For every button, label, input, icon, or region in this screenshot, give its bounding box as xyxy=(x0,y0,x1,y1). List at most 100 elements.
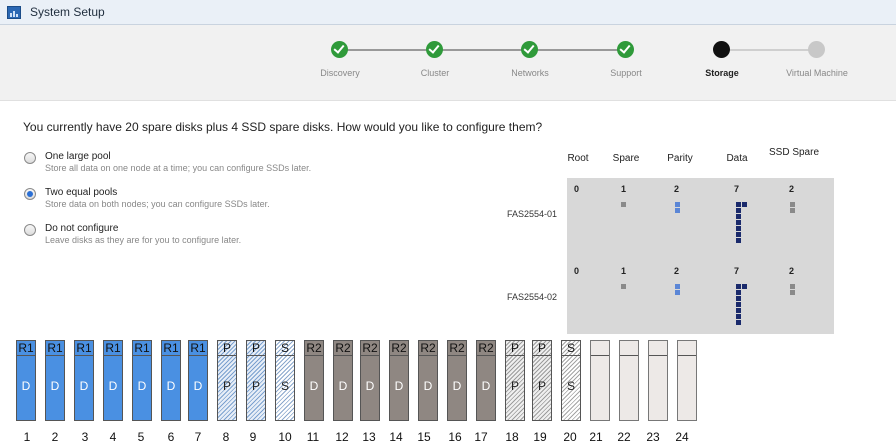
disk-slot: PP xyxy=(532,340,552,421)
node-data-count: 7 xyxy=(734,184,740,194)
wizard-step-networks-check-icon[interactable] xyxy=(521,41,538,58)
node-parity-count: 2 xyxy=(674,184,680,194)
data-disk-square xyxy=(736,296,741,301)
disk-slot: R1 D xyxy=(16,340,36,421)
node-data-count: 7 xyxy=(734,266,740,276)
data-disk-square xyxy=(736,314,741,319)
parity-disk-square xyxy=(675,284,680,289)
wizard-step-discovery-check-icon[interactable] xyxy=(331,41,348,58)
disk-slot: R2 D xyxy=(447,340,467,421)
disk-slot: R2 D xyxy=(360,340,380,421)
disk-number: 21 xyxy=(589,430,603,444)
window-title: System Setup xyxy=(30,5,105,19)
wizard-step-label: Virtual Machine xyxy=(786,68,848,78)
data-disk-square xyxy=(742,284,747,289)
ssd-spare-disk-square xyxy=(790,284,795,289)
data-disk-square xyxy=(736,290,741,295)
parity-disk-square xyxy=(675,202,680,207)
radio-do-not-configure[interactable] xyxy=(24,224,36,236)
data-disk-square xyxy=(736,284,741,289)
option-label[interactable]: Do not configure xyxy=(45,223,118,234)
option-description: Leave disks as they are for you to confi… xyxy=(45,235,242,245)
disk-slot: PP xyxy=(505,340,525,421)
data-disk-square xyxy=(736,238,741,243)
wizard-connector-future xyxy=(722,49,817,51)
radio-two-equal-pools[interactable] xyxy=(24,188,36,200)
node-name: FAS2554-02 xyxy=(507,292,558,302)
disk-number: 6 xyxy=(167,430,175,444)
disk-slot xyxy=(648,340,668,421)
node-name: FAS2554-01 xyxy=(507,209,558,219)
node-root-count: 0 xyxy=(574,266,580,276)
ssd-spare-disk-square xyxy=(790,208,795,213)
disk-number: 22 xyxy=(617,430,631,444)
data-disk-square xyxy=(736,202,741,207)
column-header-spare: Spare xyxy=(612,153,640,164)
wizard-connector-done xyxy=(340,49,625,51)
column-header-parity: Parity xyxy=(667,153,693,164)
disk-number: 19 xyxy=(533,430,547,444)
option-description: Store all data on one node at a time; yo… xyxy=(45,163,312,173)
disk-slot: R1 D xyxy=(161,340,181,421)
disk-number: 23 xyxy=(646,430,660,444)
data-disk-square xyxy=(736,320,741,325)
disk-number: 7 xyxy=(194,430,202,444)
node-parity-count: 2 xyxy=(674,266,680,276)
wizard-step-vm-pending-icon xyxy=(808,41,825,58)
disk-slot: R1 D xyxy=(103,340,123,421)
parity-disk-square xyxy=(675,290,680,295)
disk-number: 13 xyxy=(362,430,376,444)
column-header-ssd-spare: SSD Spare xyxy=(768,147,820,158)
data-disk-square xyxy=(736,232,741,237)
disk-number: 17 xyxy=(474,430,488,444)
spare-disk-square xyxy=(621,202,626,207)
spare-disk-square xyxy=(621,284,626,289)
node-ssd-spare-count: 2 xyxy=(789,266,795,276)
disk-slot: SS xyxy=(561,340,581,421)
data-disk-square xyxy=(736,308,741,313)
disk-number: 10 xyxy=(278,430,292,444)
column-header-root: Root xyxy=(567,153,589,164)
configuration-question: You currently have 20 spare disks plus 4… xyxy=(23,120,543,134)
data-disk-square xyxy=(742,202,747,207)
app-window-icon xyxy=(7,6,21,19)
disk-slot: R2 D xyxy=(418,340,438,421)
disk-number: 14 xyxy=(389,430,403,444)
disk-slot: PP xyxy=(217,340,237,421)
wizard-step-support-check-icon[interactable] xyxy=(617,41,634,58)
node-spare-count: 1 xyxy=(621,266,627,276)
radio-one-large-pool[interactable] xyxy=(24,152,36,164)
disk-number: 1 xyxy=(23,430,31,444)
disk-number: 11 xyxy=(306,430,320,444)
disk-slot: R1 D xyxy=(132,340,152,421)
disk-slot: R2 D xyxy=(476,340,496,421)
ssd-spare-disk-square xyxy=(790,202,795,207)
disk-number: 9 xyxy=(249,430,257,444)
option-description: Store data on both nodes; you can config… xyxy=(45,199,270,209)
wizard-step-storage-current-icon xyxy=(713,41,730,58)
disk-number: 12 xyxy=(335,430,349,444)
node-root-count: 0 xyxy=(574,184,580,194)
disk-number: 2 xyxy=(51,430,59,444)
disk-number: 15 xyxy=(417,430,431,444)
disk-slot xyxy=(677,340,697,421)
disk-number: 8 xyxy=(222,430,230,444)
data-disk-square xyxy=(736,214,741,219)
disk-slot: PP xyxy=(246,340,266,421)
wizard-step-cluster-check-icon[interactable] xyxy=(426,41,443,58)
column-header-data: Data xyxy=(726,153,748,164)
data-disk-square xyxy=(736,208,741,213)
disk-number: 18 xyxy=(505,430,519,444)
data-disk-square xyxy=(736,302,741,307)
disk-slot: R1 D xyxy=(74,340,94,421)
disk-number: 24 xyxy=(675,430,689,444)
disk-number: 3 xyxy=(81,430,89,444)
disk-slot: R2 D xyxy=(304,340,324,421)
disk-slot xyxy=(619,340,639,421)
disk-slot: R1 D xyxy=(188,340,208,421)
option-label[interactable]: Two equal pools xyxy=(45,187,117,198)
disk-slot: SS xyxy=(275,340,295,421)
option-label[interactable]: One large pool xyxy=(45,151,111,162)
disk-slot: R1 D xyxy=(45,340,65,421)
disk-slot: R2 D xyxy=(333,340,353,421)
